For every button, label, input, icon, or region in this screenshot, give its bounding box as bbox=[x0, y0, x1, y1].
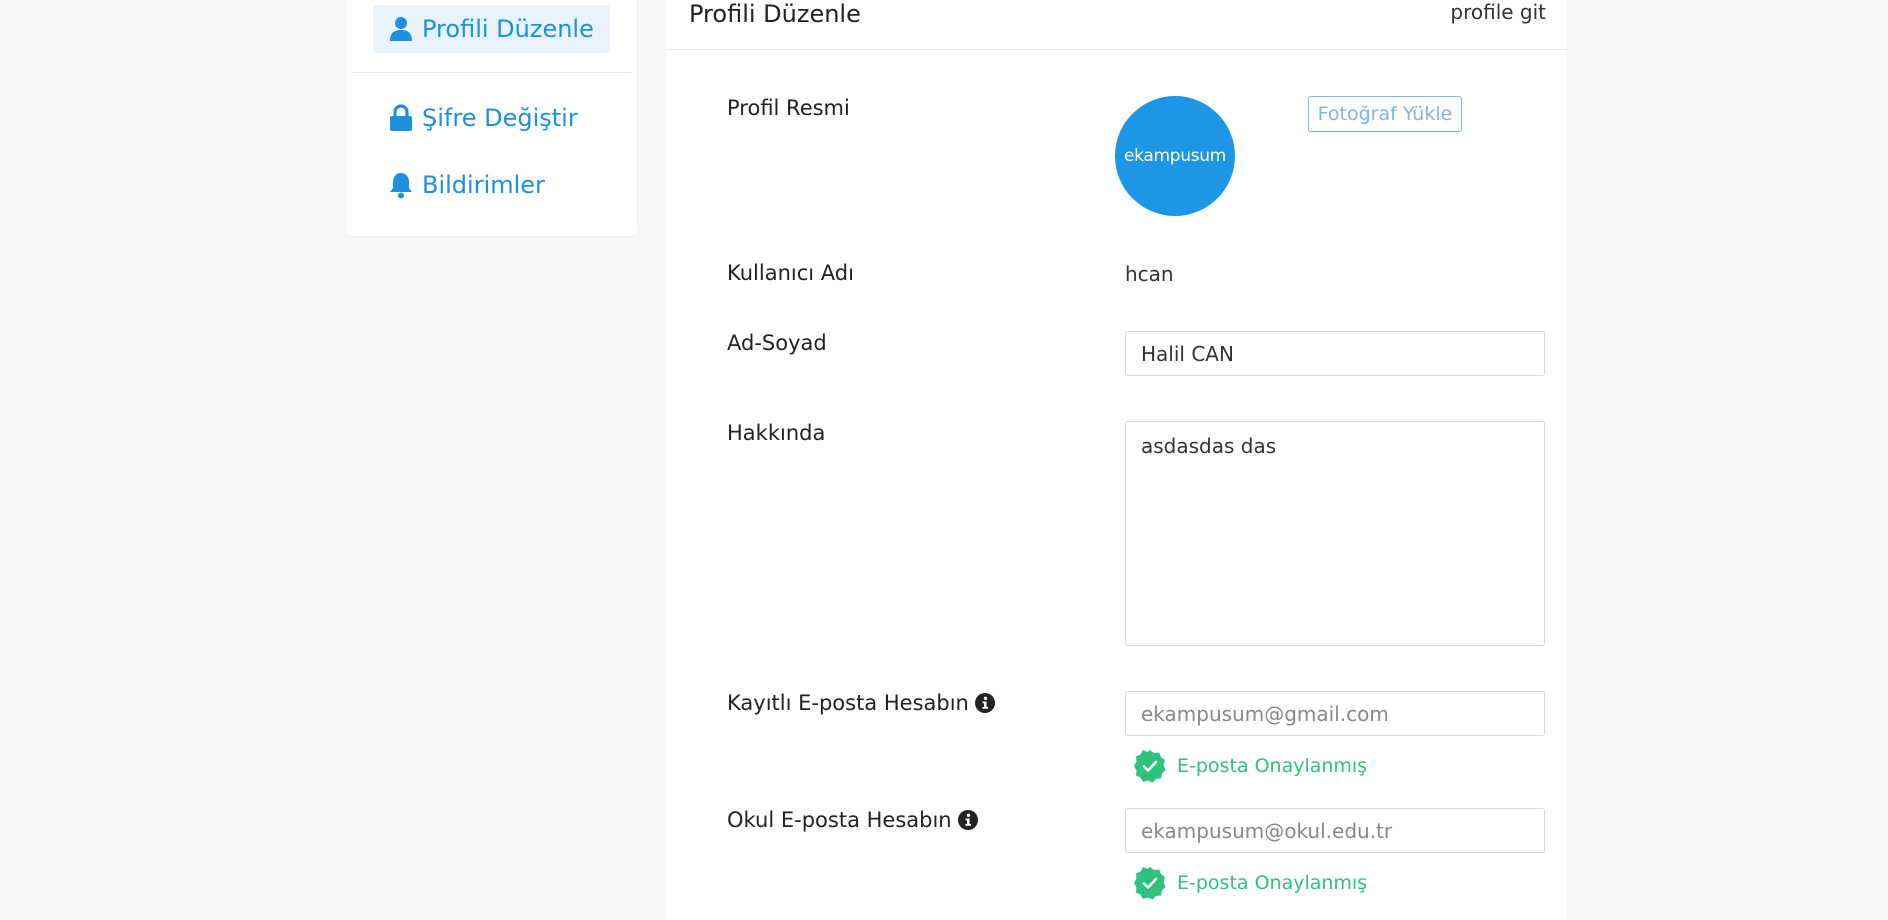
about-textarea[interactable]: asdasdas das bbox=[1125, 421, 1545, 646]
page-title: Profili Düzenle bbox=[689, 0, 861, 28]
upload-photo-button[interactable]: Fotoğraf Yükle bbox=[1308, 96, 1462, 132]
sidebar-item-notifications[interactable]: Bildirimler bbox=[373, 161, 560, 209]
info-icon[interactable] bbox=[974, 693, 995, 713]
sidebar-divider bbox=[352, 72, 631, 73]
card-header: Profili Düzenle profile git bbox=[667, 0, 1567, 50]
verified-status-text: E-posta Onaylanmış bbox=[1177, 872, 1368, 894]
registered-email-input[interactable] bbox=[1125, 691, 1545, 736]
bell-icon bbox=[388, 171, 414, 199]
about-label: Hakkında bbox=[727, 421, 826, 445]
registered-email-status: E-posta Onaylanmış bbox=[1133, 749, 1367, 783]
username-label: Kullanıcı Adı bbox=[727, 261, 854, 285]
school-email-label-text: Okul E-posta Hesabın bbox=[727, 808, 952, 832]
school-email-status: E-posta Onaylanmış bbox=[1133, 866, 1367, 900]
avatar: ekampusum bbox=[1115, 96, 1235, 216]
user-icon bbox=[388, 15, 414, 43]
avatar-logo-text: ekampusum bbox=[1123, 146, 1227, 166]
sidebar-item-label: Profili Düzenle bbox=[422, 15, 594, 43]
username-value: hcan bbox=[1125, 262, 1174, 286]
registered-email-label-text: Kayıtlı E-posta Hesabın bbox=[727, 691, 969, 715]
profile-picture-label: Profil Resmi bbox=[727, 96, 850, 120]
lock-icon bbox=[388, 104, 414, 132]
check-badge-icon bbox=[1133, 749, 1167, 783]
sidebar-item-change-password[interactable]: Şifre Değiştir bbox=[373, 94, 593, 142]
full-name-input[interactable] bbox=[1125, 331, 1545, 376]
school-email-label: Okul E-posta Hesabın bbox=[727, 808, 978, 832]
sidebar-item-edit-profile[interactable]: Profili Düzenle bbox=[373, 5, 610, 53]
edit-profile-card: Profili Düzenle profile git Profil Resmi… bbox=[667, 0, 1567, 920]
profile-sidebar: Profili Düzenle Şifre Değiştir Bildiriml… bbox=[346, 0, 637, 236]
registered-email-label: Kayıtlı E-posta Hesabın bbox=[727, 691, 995, 715]
sidebar-item-label: Şifre Değiştir bbox=[422, 104, 578, 132]
full-name-label: Ad-Soyad bbox=[727, 331, 827, 355]
info-icon[interactable] bbox=[957, 810, 978, 830]
verified-status-text: E-posta Onaylanmış bbox=[1177, 755, 1368, 777]
profile-link[interactable]: profile git bbox=[1450, 0, 1546, 24]
sidebar-item-label: Bildirimler bbox=[422, 171, 545, 199]
school-email-input[interactable] bbox=[1125, 808, 1545, 853]
check-badge-icon bbox=[1133, 866, 1167, 900]
